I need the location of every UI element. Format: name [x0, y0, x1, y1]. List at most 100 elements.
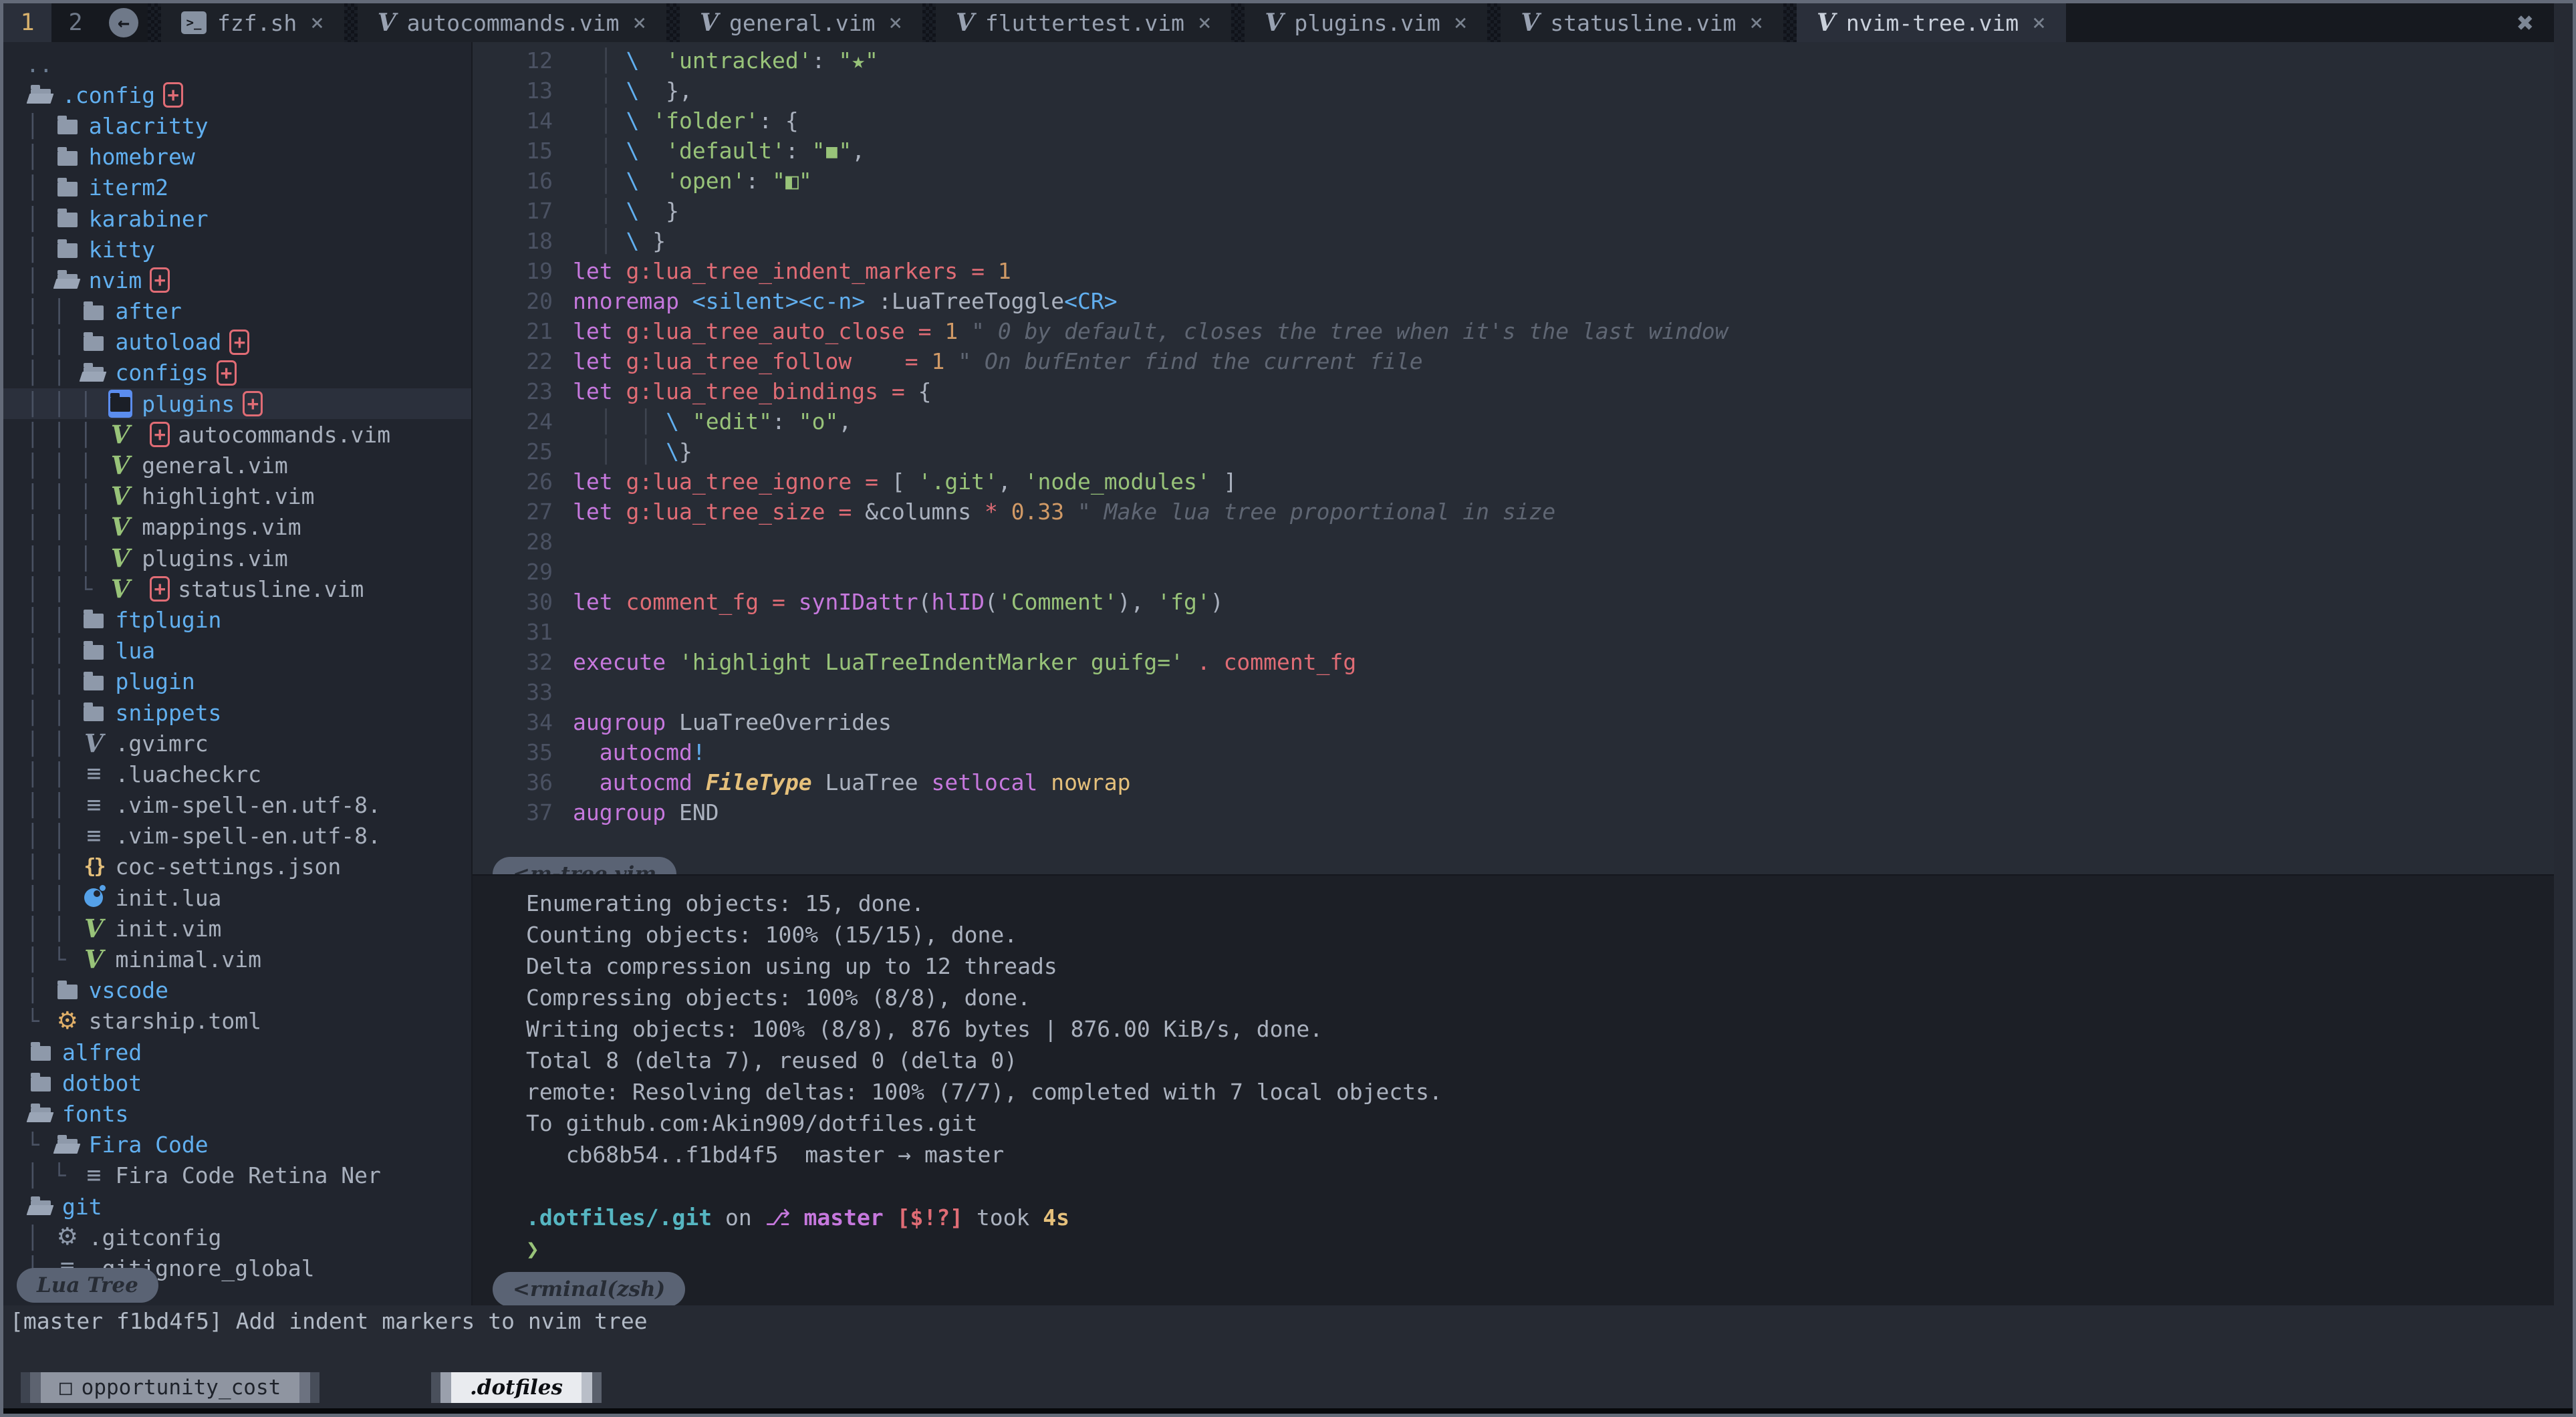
window-indicator-1[interactable]: 1	[3, 3, 51, 42]
tree-row-git[interactable]: git	[3, 1191, 471, 1222]
vim-file-icon: V	[106, 484, 135, 509]
code-segment	[613, 499, 626, 525]
tree-row-.vim-spell-en.utf-8.[interactable]: │ │ ≡.vim-spell-en.utf-8.	[3, 821, 471, 852]
line-number: 12	[473, 47, 573, 74]
line-number: 20	[473, 288, 573, 314]
tree-row-plugin[interactable]: │ │ plugin	[3, 666, 471, 697]
tree-row-alfred[interactable]: alfred	[3, 1037, 471, 1067]
code-segment: ]	[1210, 469, 1237, 495]
code-segment: "◧"	[772, 168, 812, 194]
tree-label: autoload	[115, 329, 221, 355]
file-tree-sidebar[interactable]: ...config+│ alacritty│ homebrew│ iterm2│…	[3, 42, 473, 1305]
tree-row-snippets[interactable]: │ │ snippets	[3, 697, 471, 728]
tab-plugins.vim[interactable]: Vplugins.vim×	[1245, 3, 1487, 42]
tree-row-starship.toml[interactable]: └ ⚙starship.toml	[3, 1006, 471, 1037]
code-segment	[639, 138, 666, 164]
tmux-window-.dotfiles[interactable]: .dotfiles	[431, 1372, 602, 1403]
tree-indent-guide: │ │ └	[26, 576, 106, 602]
tab-close-icon[interactable]: ×	[1749, 9, 1763, 36]
tab-close-icon[interactable]: ×	[1454, 9, 1467, 36]
editor-line: 18 │ \ }	[473, 228, 2554, 258]
tree-label: ftplugin	[115, 607, 221, 633]
tree-row-FiraCodeRetinaNer[interactable]: │ └ ≡Fira Code Retina Ner	[3, 1160, 471, 1191]
code-segment: To github.com:Akin909/dotfiles.git	[526, 1110, 978, 1136]
tree-label: init.vim	[115, 916, 221, 942]
tree-row-general.vim[interactable]: │ │ │ Vgeneral.vim	[3, 450, 471, 481]
tree-row-homebrew[interactable]: │ homebrew	[3, 142, 471, 172]
tree-row-FiraCode[interactable]: └ Fira Code	[3, 1130, 471, 1160]
tab-autocommands.vim[interactable]: Vautocommands.vim×	[358, 3, 666, 42]
tree-row-coc-settings.json[interactable]: │ │ {}coc-settings.json	[3, 852, 471, 882]
code-segment: " Make lua tree proportional in size	[1077, 499, 1555, 525]
tab-close-icon[interactable]: ×	[889, 9, 902, 36]
code-segment: nnoremap	[573, 288, 679, 314]
tree-row-.luacheckrc[interactable]: │ │ ≡.luacheckrc	[3, 759, 471, 789]
tab-fzf.sh[interactable]: >_fzf.sh×	[161, 3, 344, 42]
window-indicator-2[interactable]: 2	[51, 3, 100, 42]
tree-row-dotbot[interactable]: dotbot	[3, 1067, 471, 1098]
editor-line: 22let g:lua_tree_follow = 1 " On bufEnte…	[473, 348, 2554, 378]
tree-row-.gvimrc[interactable]: │ │ V.gvimrc	[3, 728, 471, 759]
tmux-window-opportunity_cost[interactable]: □opportunity_cost	[21, 1372, 319, 1403]
tree-row-ftplugin[interactable]: │ │ ftplugin	[3, 604, 471, 635]
tree-row-autocommands.vim[interactable]: │ │ │ V+autocommands.vim	[3, 419, 471, 450]
tree-row-plugins.vim[interactable]: │ │ │ Vplugins.vim	[3, 543, 471, 573]
tree-row-kitty[interactable]: │ kitty	[3, 234, 471, 265]
editor-line: 28	[473, 529, 2554, 559]
tree-row-plugins[interactable]: │ │ │ plugins+	[3, 388, 471, 419]
tree-row-vscode[interactable]: │ vscode	[3, 975, 471, 1006]
code-segment: END	[666, 799, 719, 825]
tree-row-.config[interactable]: .config+	[3, 80, 471, 110]
line-content: execute 'highlight LuaTreeIndentMarker g…	[573, 649, 1356, 675]
editor-line: 37augroup END	[473, 799, 2554, 829]
tree-row-init.lua[interactable]: │ │ init.lua	[3, 882, 471, 913]
folder-open-icon	[26, 1198, 55, 1215]
tab-separator	[1783, 3, 1797, 42]
tab-close-icon[interactable]: ×	[310, 9, 324, 36]
tree-row-.gitconfig[interactable]: │ ⚙.gitconfig	[3, 1222, 471, 1253]
close-icon[interactable]: ✖	[2517, 7, 2534, 39]
tree-row-highlight.vim[interactable]: │ │ │ Vhighlight.vim	[3, 481, 471, 512]
code-segment	[1064, 499, 1077, 525]
tree-row-alacritty[interactable]: │ alacritty	[3, 110, 471, 141]
code-segment	[666, 649, 679, 675]
tree-row-statusline.vim[interactable]: │ │ └ V+statusline.vim	[3, 573, 471, 604]
tree-row-..[interactable]: ..	[3, 49, 471, 80]
tree-row-karabiner[interactable]: │ karabiner	[3, 203, 471, 234]
tree-row-after[interactable]: │ │ after	[3, 296, 471, 327]
tab-general.vim[interactable]: Vgeneral.vim×	[680, 3, 922, 42]
tree-label: nvim	[89, 267, 142, 293]
terminal-split[interactable]: Enumerating objects: 15, done.Counting o…	[473, 874, 2554, 1305]
tree-row-init.vim[interactable]: │ │ Vinit.vim	[3, 913, 471, 944]
vim-file-icon: V	[700, 9, 719, 37]
tmux-status-bar: □opportunity_cost .dotfiles	[3, 1337, 2573, 1408]
window-indicators: 12	[3, 3, 100, 42]
tree-row-nvim[interactable]: │ nvim+	[3, 265, 471, 295]
back-icon[interactable]: ←	[109, 8, 138, 37]
tree-row-minimal.vim[interactable]: │ └ Vminimal.vim	[3, 944, 471, 975]
tree-row-iterm2[interactable]: │ iterm2	[3, 172, 471, 203]
tree-label: snippets	[115, 700, 221, 726]
tree-row-lua[interactable]: │ │ lua	[3, 636, 471, 666]
tree-row-autoload[interactable]: │ │ autoload+	[3, 327, 471, 358]
tab-close-icon[interactable]: ×	[633, 9, 646, 36]
line-content: │ \ }	[573, 198, 679, 224]
tree-row-mappings.vim[interactable]: │ │ │ Vmappings.vim	[3, 512, 471, 543]
tree-row-.vim-spell-en.utf-8.[interactable]: │ │ ≡.vim-spell-en.utf-8.	[3, 790, 471, 821]
tree-label: minimal.vim	[115, 946, 261, 973]
terminal-line: Compressing objects: 100% (8/8), done.	[473, 985, 2554, 1016]
tree-row-configs[interactable]: │ │ configs+	[3, 358, 471, 388]
tab-close-icon[interactable]: ×	[2032, 9, 2045, 36]
code-segment: \	[626, 198, 639, 224]
code-segment: Counting objects: 100% (15/15), done.	[526, 922, 1017, 948]
tab-nvim-tree.vim[interactable]: Vnvim-tree.vim×	[1797, 3, 2066, 42]
code-segment: nowrap	[1051, 769, 1130, 795]
line-number: 29	[473, 559, 573, 585]
code-editor[interactable]: 12 │ \ 'untracked': "★"13 │ \ },14 │ \ '…	[473, 42, 2554, 874]
code-segment: setlocal	[931, 769, 1037, 795]
tab-fluttertest.vim[interactable]: Vfluttertest.vim×	[936, 3, 1231, 42]
tab-statusline.vim[interactable]: Vstatusline.vim×	[1501, 3, 1783, 42]
line-number: 33	[473, 679, 573, 705]
tree-row-fonts[interactable]: fonts	[3, 1098, 471, 1129]
tab-close-icon[interactable]: ×	[1198, 9, 1211, 36]
